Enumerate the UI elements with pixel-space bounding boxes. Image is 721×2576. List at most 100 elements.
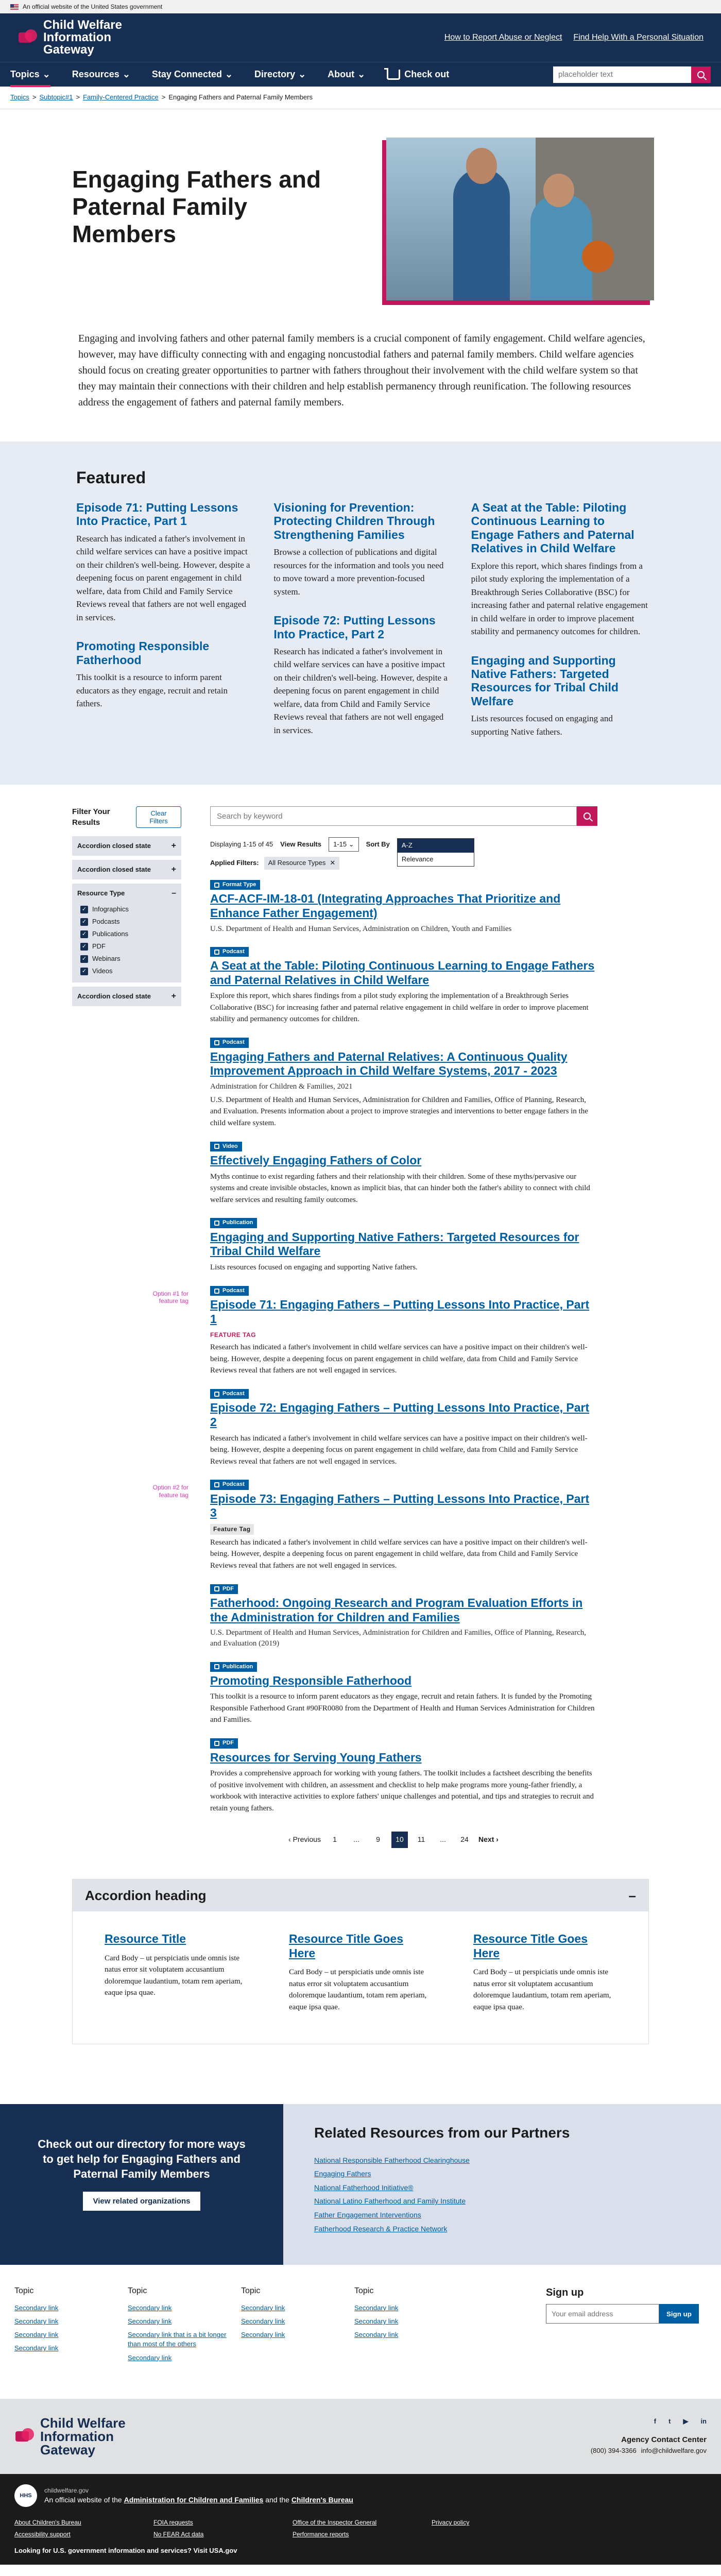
filter-option-podcasts[interactable]: ✓ Podcasts	[77, 916, 176, 928]
card-title-link[interactable]: Resource Title Goes Here	[289, 1932, 403, 1960]
resource-type-toggle[interactable]: Resource Type –	[77, 884, 176, 903]
footer-link[interactable]: Secondary link	[14, 2303, 124, 2313]
checkbox-checked-icon[interactable]: ✓	[80, 905, 88, 913]
breadcrumb-family-centered[interactable]: Family-Centered Practice	[83, 93, 159, 102]
signup-button[interactable]: Sign up	[659, 2304, 699, 2324]
footer-link[interactable]: Secondary link	[241, 2330, 350, 2340]
footer-link[interactable]: Secondary link	[354, 2317, 464, 2326]
clear-filters-button[interactable]: Clear Filters	[136, 806, 181, 828]
identifier-link[interactable]: Office of the Inspector General	[293, 2518, 432, 2527]
partner-link[interactable]: National Fatherhood Initiative®	[314, 2183, 690, 2193]
checkout-button[interactable]: Check out	[384, 62, 449, 87]
featured-link[interactable]: Visioning for Prevention: Protecting Chi…	[273, 501, 435, 541]
view-organizations-button[interactable]: View related organizations	[82, 2192, 201, 2211]
footer-link[interactable]: Secondary link	[354, 2330, 464, 2340]
nav-about[interactable]: About ⌄	[328, 62, 365, 87]
contact-phone[interactable]: (800) 394-3366	[591, 2447, 637, 2454]
result-link[interactable]: Promoting Responsible Fatherhood	[210, 1674, 411, 1687]
footer-logo[interactable]: Child Welfare Information Gateway	[14, 2416, 159, 2456]
facebook-icon[interactable]: f	[654, 2417, 656, 2426]
site-search-button[interactable]	[691, 66, 711, 83]
result-link[interactable]: Effectively Engaging Fathers of Color	[210, 1154, 421, 1167]
pager-page[interactable]: 24	[456, 1832, 473, 1848]
checkbox-checked-icon[interactable]: ✓	[80, 967, 88, 975]
footer-link[interactable]: Secondary link	[14, 2344, 124, 2353]
checkbox-checked-icon[interactable]: ✓	[80, 930, 88, 938]
identifier-link[interactable]: Accessibility support	[14, 2530, 153, 2539]
partner-link[interactable]: Engaging Fathers	[314, 2169, 690, 2179]
nav-directory[interactable]: Directory ⌄	[254, 62, 306, 87]
pager-page[interactable]: 1	[327, 1832, 343, 1848]
footer-link[interactable]: Secondary link	[14, 2330, 124, 2340]
featured-link[interactable]: Promoting Responsible Fatherhood	[76, 639, 209, 666]
filter-option-infographics[interactable]: ✓ Infographics	[77, 903, 176, 916]
checkbox-checked-icon[interactable]: ✓	[80, 955, 88, 963]
card-title-link[interactable]: Resource Title Goes Here	[473, 1932, 588, 1960]
identifier-link[interactable]: No FEAR Act data	[153, 2530, 293, 2539]
footer-link[interactable]: Secondary link	[14, 2317, 124, 2326]
checkbox-checked-icon[interactable]: ✓	[80, 918, 88, 926]
identifier-link[interactable]: Privacy policy	[432, 2518, 571, 2527]
result-link[interactable]: ACF-ACF-IM-18-01 (Integrating Approaches…	[210, 892, 560, 920]
pager-next[interactable]: Next ›	[478, 1832, 499, 1848]
filter-option-pdf[interactable]: ✓ PDF	[77, 940, 176, 953]
breadcrumb-subtopic[interactable]: Subtopic#1	[39, 93, 73, 102]
result-link[interactable]: Engaging Fathers and Paternal Relatives:…	[210, 1050, 568, 1078]
result-link[interactable]: Engaging and Supporting Native Fathers: …	[210, 1230, 579, 1258]
sort-option-relevance[interactable]: Relevance	[398, 853, 474, 866]
footer-link[interactable]: Secondary link	[241, 2317, 350, 2326]
footer-link[interactable]: Secondary link	[128, 2317, 237, 2326]
result-link[interactable]: Episode 71: Engaging Fathers – Putting L…	[210, 1298, 589, 1326]
keyword-search-input[interactable]	[210, 806, 577, 826]
sort-by-dropdown[interactable]: A-Z Relevance	[397, 838, 474, 867]
breadcrumb-topics[interactable]: Topics	[10, 93, 29, 102]
close-icon[interactable]: ✕	[330, 858, 335, 868]
nav-stay-connected[interactable]: Stay Connected ⌄	[152, 62, 233, 87]
accordion-heading[interactable]: Accordion heading –	[73, 1879, 648, 1912]
site-search-input[interactable]	[553, 66, 691, 83]
partner-link[interactable]: National Responsible Fatherhood Clearing…	[314, 2156, 690, 2166]
agency-cb-link[interactable]: Children's Bureau	[291, 2496, 353, 2504]
twitter-icon[interactable]: t	[668, 2417, 671, 2426]
report-abuse-link[interactable]: How to Report Abuse or Neglect	[444, 32, 562, 43]
pager-page[interactable]: 11	[413, 1832, 430, 1848]
pager-previous[interactable]: ‹ Previous	[288, 1832, 321, 1848]
filter-option-publications[interactable]: ✓ Publications	[77, 928, 176, 940]
partner-link[interactable]: Fatherhood Research & Practice Network	[314, 2224, 690, 2234]
filter-accordion-closed[interactable]: Accordion closed state +	[72, 987, 181, 1007]
view-results-select[interactable]: 1-15 ⌄	[329, 837, 359, 852]
result-link[interactable]: Episode 73: Engaging Fathers – Putting L…	[210, 1492, 589, 1520]
card-title-link[interactable]: Resource Title	[105, 1932, 186, 1945]
featured-link[interactable]: Episode 71: Putting Lessons Into Practic…	[76, 501, 238, 528]
partner-link[interactable]: National Latino Fatherhood and Family In…	[314, 2196, 690, 2207]
find-help-link[interactable]: Find Help With a Personal Situation	[573, 32, 703, 43]
filter-accordion-closed[interactable]: Accordion closed state +	[72, 860, 181, 880]
featured-link[interactable]: Engaging and Supporting Native Fathers: …	[471, 654, 619, 708]
result-link[interactable]: Fatherhood: Ongoing Research and Program…	[210, 1596, 582, 1624]
pager-current-page[interactable]: 10	[391, 1832, 408, 1849]
identifier-link[interactable]: Performance reports	[293, 2530, 432, 2539]
identifier-link[interactable]	[432, 2530, 571, 2539]
youtube-icon[interactable]: ▶	[683, 2417, 688, 2426]
site-logo[interactable]: Child Welfare Information Gateway	[18, 19, 146, 56]
contact-email[interactable]: info@childwelfare.gov	[641, 2447, 707, 2454]
linkedin-icon[interactable]: in	[700, 2417, 707, 2426]
nav-topics[interactable]: Topics ⌄	[10, 62, 50, 87]
footer-link[interactable]: Secondary link	[354, 2303, 464, 2313]
keyword-search-button[interactable]	[577, 806, 597, 826]
featured-link[interactable]: A Seat at the Table: Piloting Continuous…	[471, 501, 634, 555]
result-link[interactable]: A Seat at the Table: Piloting Continuous…	[210, 959, 594, 987]
featured-link[interactable]: Episode 72: Putting Lessons Into Practic…	[273, 614, 435, 640]
filter-accordion-closed[interactable]: Accordion closed state +	[72, 836, 181, 856]
nav-resources[interactable]: Resources ⌄	[72, 62, 130, 87]
pager-page[interactable]: 9	[370, 1832, 386, 1848]
footer-link[interactable]: Secondary link	[128, 2303, 237, 2313]
filter-option-videos[interactable]: ✓ Videos	[77, 965, 176, 977]
signup-email-input[interactable]	[546, 2304, 659, 2324]
applied-filter-chip[interactable]: All Resource Types ✕	[264, 857, 340, 870]
footer-link[interactable]: Secondary link	[241, 2303, 350, 2313]
sort-option-az[interactable]: A-Z	[397, 839, 474, 853]
footer-link[interactable]: Secondary link	[128, 2353, 237, 2363]
result-link[interactable]: Resources for Serving Young Fathers	[210, 1751, 422, 1764]
result-link[interactable]: Episode 72: Engaging Fathers – Putting L…	[210, 1401, 589, 1429]
